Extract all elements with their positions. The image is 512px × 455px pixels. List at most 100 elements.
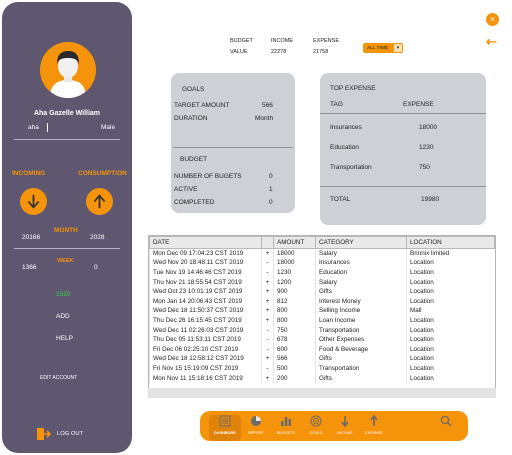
cell-amount: 900: [273, 286, 316, 297]
top-expense-tag: Transportation: [330, 164, 372, 171]
cell-location: Location: [406, 258, 495, 268]
column-header-sign[interactable]: [261, 236, 274, 249]
active-label: ACTIVE: [174, 186, 198, 193]
top-expense-tag: Insurances: [330, 124, 362, 131]
edit-account-button[interactable]: EDIT ACCOUNT: [40, 375, 77, 381]
table-row[interactable]: Fri Nov 15 15:19:09 CST 2019-500 Transpor…: [149, 363, 495, 374]
table-row[interactable]: Wed Dec 11 02:26:03 CST 2019-750 Transpor…: [149, 325, 495, 335]
nav-budgets[interactable]: BUDGETS: [270, 415, 302, 435]
income-value: 22278: [271, 49, 287, 55]
nav-report-label: REPORT: [248, 431, 264, 435]
nav-income-label: INCOME: [337, 431, 353, 435]
table-row[interactable]: Fri Dec 06 02:25:10 CST 2019-600 Food & B…: [149, 344, 495, 355]
add-button[interactable]: ADD: [56, 313, 70, 320]
top-expense-tag: Education: [330, 144, 359, 151]
nav-dashboard[interactable]: DASHBORD: [209, 415, 241, 441]
income-arrow-icon: [341, 416, 349, 427]
cell-sign: +: [261, 296, 274, 307]
completed-label: COMPLETED: [174, 199, 215, 206]
avatar: [40, 42, 96, 98]
cell-sign: -: [261, 325, 274, 335]
goals-budget-card: GOALS TARGET AMOUNT 566 DURATION Month B…: [171, 73, 295, 213]
cell-location: Location: [406, 354, 495, 364]
help-button[interactable]: HELP: [56, 335, 73, 342]
cell-category: Salary: [315, 277, 407, 287]
nav-dashboard-label: DASHBORD: [214, 431, 236, 435]
cell-location: Location: [406, 325, 495, 335]
cell-amount: 200: [273, 373, 316, 383]
table-row[interactable]: Mon Jan 14 20:06:43 CST 2019 +812 Interest…: [149, 296, 495, 307]
duration-label: DURATION: [174, 115, 208, 122]
cell-amount: 800: [273, 306, 316, 316]
nav-report[interactable]: REPORT: [240, 415, 272, 435]
table-row[interactable]: Mon Dec 09 17:04:23 CST 2019 +18000 Salary…: [149, 248, 495, 259]
table-row[interactable]: Wed Oct 23 10:01:19 CST 2019 +900 Gifts Loc…: [149, 286, 495, 297]
cell-amount: 812: [273, 296, 316, 307]
number-of-budgets-label: NUMBER OF BUGETS: [174, 173, 242, 180]
column-header-category[interactable]: CATEGORY: [315, 236, 407, 249]
cell-amount: 1200: [273, 277, 316, 287]
total-value: 19980: [421, 196, 440, 203]
cell-location: Location: [406, 277, 495, 287]
table-row[interactable]: Tue Nov 19 14:46:46 CST 2019-1230 Educati…: [149, 267, 495, 278]
cell-category: Insurances: [315, 258, 407, 268]
nav-search[interactable]: [430, 415, 462, 427]
nav-goals-label: GOALS: [309, 431, 323, 435]
cell-amount: 800: [273, 315, 316, 326]
table-row[interactable]: Thu Dec 26 16:15:45 CST 2019 +800 Loan Inc…: [149, 315, 495, 326]
nav-expense-label: EXPENSE: [365, 431, 383, 435]
cell-sign: +: [261, 315, 274, 326]
table-row[interactable]: Wed Dec 18 12:58:12 CST 2019 +566 Gifts Loc…: [149, 354, 495, 364]
week-consumption-value: 0: [94, 264, 98, 271]
cell-sign: +: [261, 306, 274, 316]
cell-amount: 600: [273, 344, 316, 355]
table-row[interactable]: Mon Nov 11 15:18:16 CST 2019 +200 Gifts Loc…: [149, 373, 495, 383]
user-avatar-icon: [40, 42, 96, 98]
table-row[interactable]: Thu Dec 05 11:53:11 CST 2019-678 Other Ex…: [149, 334, 495, 345]
cell-date: Wed Dec 11 02:26:03 CST 2019: [149, 325, 262, 335]
cell-category: Other Expenses: [315, 334, 407, 345]
close-button[interactable]: ×: [486, 13, 499, 26]
column-header-location[interactable]: LOCATION: [406, 236, 495, 249]
bar-chart-icon: [281, 417, 291, 426]
cell-category: Interest Money: [315, 296, 407, 307]
cell-sign: +: [261, 373, 274, 383]
cell-amount: 750: [273, 325, 316, 335]
svg-text:$: $: [32, 197, 35, 203]
cell-category: Transportation: [315, 363, 407, 374]
logout-button[interactable]: LOG OUT: [37, 428, 83, 440]
cell-date: Thu Dec 05 11:53:11 CST 2019: [149, 334, 262, 345]
cell-category: Transportation: [315, 325, 407, 335]
cell-amount: 18000: [273, 248, 316, 259]
value-label: VALUE: [230, 49, 248, 55]
back-button[interactable]: ⇠: [486, 34, 497, 50]
table-row[interactable]: Wed Nov 20 18:48:11 CST 2019-18000 Insura…: [149, 258, 495, 268]
incoming-button[interactable]: $: [20, 188, 47, 215]
report-pie-icon: [251, 416, 261, 426]
active-value: 1: [269, 186, 273, 193]
column-header-date[interactable]: DATE: [149, 236, 262, 249]
table-row[interactable]: Thu Nov 21 18:55:54 CST 2019 +1200 Salary L…: [149, 277, 495, 287]
budget-header: BUDGET: [230, 38, 253, 44]
nav-expense[interactable]: EXPENSE: [358, 415, 390, 435]
cell-date: Thu Dec 26 16:15:45 CST 2019: [149, 315, 262, 326]
sidebar: Aha Gazelle William aha Male INCOMING CO…: [2, 2, 132, 453]
nav-goals[interactable]: GOALS: [300, 415, 332, 435]
consumption-button[interactable]: $: [86, 188, 113, 215]
table-row[interactable]: Wed Dec 18 11:50:37 CST 2019 +800 Selling …: [149, 306, 495, 316]
cell-location: Location: [406, 315, 495, 326]
cell-category: Education: [315, 267, 407, 278]
top-expense-title: TOP EXPENSE: [330, 85, 376, 92]
cell-sign: +: [261, 354, 274, 364]
logout-icon: [37, 428, 51, 440]
column-header-amount[interactable]: AMOUNT: [273, 236, 316, 249]
cell-location: Location: [406, 334, 495, 345]
cell-sign: -: [261, 258, 274, 268]
total-label: TOTAL: [330, 196, 351, 203]
cell-category: Selling Income: [315, 306, 407, 316]
balance-value: 1520: [56, 291, 71, 298]
period-select[interactable]: ALL TIME ▾: [363, 43, 403, 53]
expense-header: EXPENSE: [313, 38, 339, 44]
nav-income[interactable]: INCOME: [329, 415, 361, 435]
top-expense-amount: 750: [419, 164, 430, 171]
